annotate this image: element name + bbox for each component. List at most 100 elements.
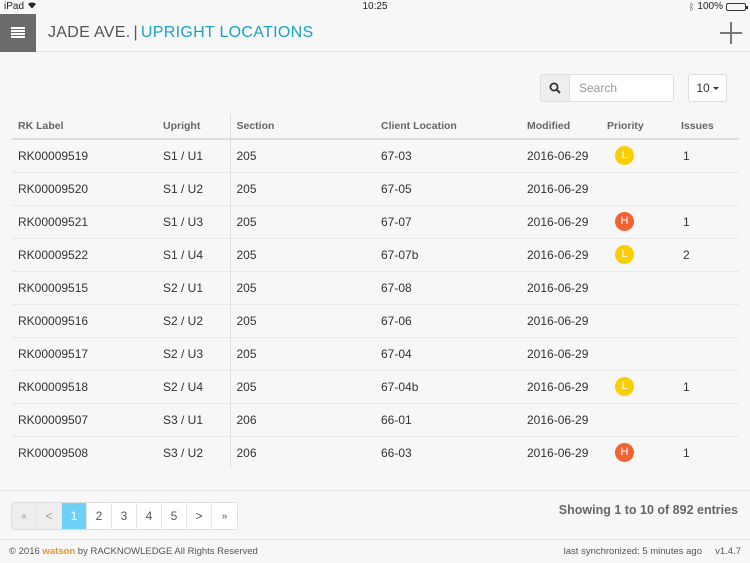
- table-row[interactable]: RK00009522 S1 / U4 205 67-07b 2016-06-29…: [12, 238, 739, 272]
- cell-section: 205: [229, 271, 375, 305]
- copyright-prefix: © 2016: [9, 546, 43, 557]
- page-size-value: 10: [696, 81, 710, 95]
- first-page-button[interactable]: «: [12, 503, 37, 529]
- cell-section: 205: [229, 139, 375, 173]
- col-header-modified[interactable]: Modified: [521, 114, 601, 140]
- pagination: « < 1 2 3 4 5 > »: [11, 502, 238, 530]
- table-toolbar: 10: [540, 74, 727, 102]
- cell-modified: 2016-06-29: [521, 139, 601, 173]
- page-button-4[interactable]: 4: [137, 503, 162, 529]
- table-row[interactable]: RK00009507 S3 / U1 206 66-01 2016-06-29: [12, 403, 739, 437]
- page-button-3[interactable]: 3: [112, 503, 137, 529]
- menu-button[interactable]: [0, 13, 36, 52]
- app-version: v1.4.7: [715, 546, 741, 557]
- cell-upright: S1 / U3: [157, 205, 230, 239]
- cell-issues: [675, 337, 739, 371]
- cell-issues: [675, 304, 739, 338]
- cell-priority: L: [601, 139, 675, 173]
- add-button[interactable]: [718, 20, 744, 46]
- cell-modified: 2016-06-29: [521, 205, 601, 239]
- cell-priority: [601, 271, 675, 305]
- cell-modified: 2016-06-29: [521, 403, 601, 437]
- cell-upright: S2 / U1: [157, 271, 230, 305]
- col-header-priority[interactable]: Priority: [601, 114, 675, 140]
- cell-rk-label: RK00009515: [12, 271, 157, 305]
- cell-issues: 1: [683, 445, 690, 460]
- table-row[interactable]: RK00009515 S2 / U1 205 67-08 2016-06-29: [12, 271, 739, 305]
- cell-priority: [601, 403, 675, 437]
- table-row[interactable]: RK00009516 S2 / U2 205 67-06 2016-06-29: [12, 304, 739, 338]
- cell-client-location: 67-06: [375, 304, 521, 338]
- table-row[interactable]: RK00009518 S2 / U4 205 67-04b 2016-06-29…: [12, 370, 739, 404]
- clock: 10:25: [362, 1, 388, 12]
- site-name: JADE AVE.: [48, 23, 131, 41]
- cell-modified: 2016-06-29: [521, 337, 601, 371]
- cell-section: 205: [229, 238, 375, 272]
- cell-rk-label: RK00009520: [12, 172, 157, 206]
- divider: [0, 490, 750, 491]
- cell-section: 205: [229, 370, 375, 404]
- cell-section: 205: [229, 205, 375, 239]
- status-bar: iPad 10:25 ᛒ 100%: [0, 0, 750, 14]
- entries-info: Showing 1 to 10 of 892 entries: [558, 503, 738, 517]
- cell-issues: 1: [675, 205, 739, 239]
- footer: © 2016 watson by RACKNOWLEDGE All Rights…: [0, 539, 750, 563]
- cell-rk-label: RK00009517: [12, 337, 157, 371]
- cell-client-location: 67-07b: [375, 238, 521, 272]
- table-row[interactable]: RK00009517 S2 / U3 205 67-04 2016-06-29: [12, 337, 739, 371]
- cell-client-location: 67-07: [375, 205, 521, 239]
- cell-issues: 2: [675, 238, 739, 272]
- col-header-client-location[interactable]: Client Location: [375, 114, 521, 140]
- table-row[interactable]: RK00009508 S3 / U2 206 66-03 2016-06-29 …: [12, 436, 739, 469]
- cell-issues: [675, 271, 739, 305]
- cell-issues: [675, 403, 739, 437]
- uprights-table: RK Label Upright Section Client Location…: [12, 114, 739, 469]
- top-nav: JADE AVE. | UPRIGHT LOCATIONS: [0, 13, 750, 52]
- cell-rk-label: RK00009519: [12, 139, 157, 173]
- priority-low-badge: L: [615, 377, 634, 396]
- cell-section: 205: [229, 172, 375, 206]
- cell-rk-label: RK00009521: [12, 205, 157, 239]
- cell-priority: L: [601, 370, 675, 404]
- page-button-5[interactable]: 5: [162, 503, 187, 529]
- cell-issues: 1: [675, 139, 739, 173]
- cell-upright: S2 / U2: [157, 304, 230, 338]
- page-button-1[interactable]: 1: [62, 503, 87, 529]
- last-page-button[interactable]: »: [212, 503, 237, 529]
- search-icon[interactable]: [541, 75, 570, 101]
- cell-upright: S1 / U2: [157, 172, 230, 206]
- table-row[interactable]: RK00009521 S1 / U3 205 67-07 2016-06-29 …: [12, 205, 739, 239]
- page-button-2[interactable]: 2: [87, 503, 112, 529]
- cell-section: 206: [229, 436, 375, 469]
- col-header-issues[interactable]: Issues: [675, 114, 739, 140]
- brand-name: watson: [42, 546, 76, 557]
- col-header-rk-label[interactable]: RK Label: [12, 114, 157, 140]
- table-row[interactable]: RK00009519 S1 / U1 205 67-03 2016-06-29 …: [12, 139, 739, 173]
- cell-rk-label: RK00009522: [12, 238, 157, 272]
- table-header-row: RK Label Upright Section Client Location…: [12, 114, 739, 140]
- cell-section: 205: [229, 337, 375, 371]
- cell-modified: 2016-06-29: [521, 304, 601, 338]
- table-row[interactable]: RK00009520 S1 / U2 205 67-05 2016-06-29: [12, 172, 739, 206]
- bluetooth-icon: ᛒ: [689, 1, 695, 12]
- cell-upright: S3 / U2: [163, 445, 204, 460]
- cell-client-location: 66-03: [381, 445, 412, 460]
- cell-modified: 2016-06-29: [521, 238, 601, 272]
- cell-priority: L: [601, 238, 675, 272]
- cell-client-location: 66-01: [375, 403, 521, 437]
- col-header-upright[interactable]: Upright: [157, 114, 230, 140]
- priority-low-badge: L: [615, 245, 634, 264]
- cell-upright: S2 / U4: [157, 370, 230, 404]
- col-header-section[interactable]: Section: [229, 114, 375, 140]
- cell-section: 205: [229, 304, 375, 338]
- cell-client-location: 67-04: [375, 337, 521, 371]
- cell-rk-label: RK00009516: [12, 304, 157, 338]
- cell-modified: 2016-06-29: [527, 445, 589, 460]
- search-input[interactable]: [570, 75, 673, 101]
- prev-page-button[interactable]: <: [37, 503, 62, 529]
- page-size-select[interactable]: 10: [688, 74, 727, 102]
- cell-priority: [601, 337, 675, 371]
- next-page-button[interactable]: >: [187, 503, 212, 529]
- page-title: JADE AVE. | UPRIGHT LOCATIONS: [48, 24, 313, 42]
- cell-priority: H: [601, 205, 675, 239]
